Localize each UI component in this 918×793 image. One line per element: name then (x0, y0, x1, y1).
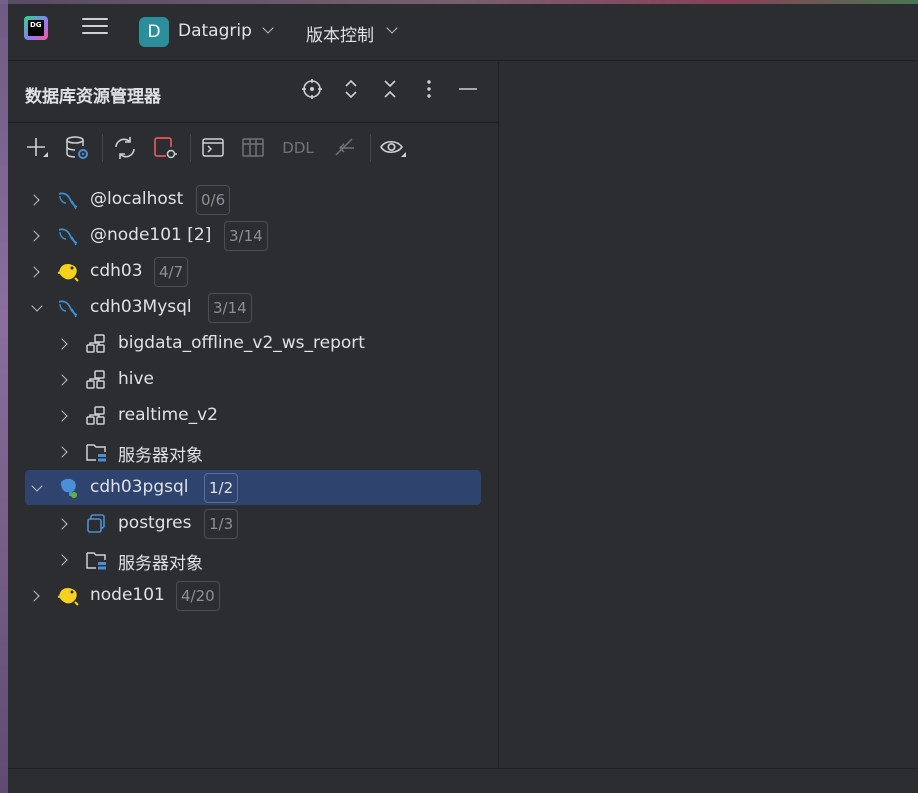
refresh-icon[interactable] (111, 134, 139, 162)
hamburger-menu-icon[interactable] (82, 18, 108, 40)
chevron-right-icon[interactable] (56, 446, 68, 458)
database-explorer-panel: 数据库资源管理器 DDL @localhost 0/6 @node101 [2]… (8, 62, 499, 768)
hive-icon (57, 585, 79, 607)
chevron-right-icon[interactable] (28, 230, 40, 242)
editor-area (500, 62, 918, 768)
toolbar-separator (102, 134, 103, 162)
panel-title: 数据库资源管理器 (25, 87, 161, 107)
crosshair-icon[interactable] (299, 78, 325, 104)
chevron-right-icon[interactable] (56, 554, 68, 566)
console-icon[interactable] (199, 134, 227, 162)
chevron-down-icon[interactable] (386, 22, 398, 34)
schema-icon (85, 405, 107, 427)
schema-icon (85, 333, 107, 355)
tree-node-label: bigdata_offline_v2_ws_report (118, 333, 365, 353)
tree-row[interactable]: cdh03pgsql 1/2 (8, 471, 488, 505)
data-source-properties-icon[interactable] (63, 134, 91, 162)
desktop-background-edge (0, 0, 8, 793)
title-bar: DG D Datagrip 版本控制 (8, 4, 918, 61)
database-icon (85, 513, 107, 535)
chevron-right-icon[interactable] (28, 266, 40, 278)
tree-row[interactable]: postgres 1/3 (8, 507, 488, 541)
mysql-icon (57, 225, 79, 247)
count-badge: 1/2 (204, 473, 239, 503)
toolbar-separator (370, 134, 371, 162)
count-badge: 4/20 (176, 581, 220, 611)
table-icon[interactable] (239, 134, 267, 162)
expand-icon[interactable] (338, 78, 364, 104)
eye-icon[interactable] (379, 134, 407, 162)
tree-node-label: @node101 [2] (90, 225, 212, 245)
app-logo-text: DG (28, 20, 44, 36)
tree-row[interactable]: 服务器对象 (8, 543, 488, 577)
server-objects-icon (85, 441, 107, 463)
project-badge[interactable]: D (139, 17, 169, 47)
chevron-right-icon[interactable] (56, 338, 68, 350)
tree-row[interactable]: 服务器对象 (8, 435, 488, 469)
count-badge: 3/14 (224, 221, 268, 251)
add-icon[interactable] (23, 134, 51, 162)
more-icon[interactable] (416, 78, 442, 104)
tree-node-label: node101 (90, 585, 165, 605)
tree-row[interactable]: cdh03 4/7 (8, 255, 488, 289)
minimize-icon[interactable] (455, 78, 481, 104)
tree-node-label: postgres (118, 513, 192, 533)
tree-row[interactable]: cdh03Mysql 3/14 (8, 291, 488, 325)
project-name[interactable]: Datagrip (178, 21, 252, 41)
tree-node-label: @localhost (90, 189, 184, 209)
chevron-down-icon[interactable] (31, 300, 43, 312)
collapse-icon[interactable] (377, 78, 403, 104)
chevron-right-icon[interactable] (28, 590, 40, 602)
chevron-down-icon[interactable] (31, 480, 43, 492)
tree-row[interactable]: hive (8, 363, 488, 397)
ddl-label: DDL (282, 139, 314, 157)
disconnect-icon[interactable] (151, 134, 179, 162)
mysql-icon (57, 297, 79, 319)
tree-node-label: 服务器对象 (118, 554, 203, 574)
panel-divider (8, 122, 499, 123)
tree-node-label: 服务器对象 (118, 446, 203, 466)
tree-node-label: cdh03Mysql (90, 297, 192, 317)
count-badge: 4/7 (154, 257, 189, 287)
toolbar-separator (190, 134, 191, 162)
tree-node-label: cdh03 (90, 261, 143, 281)
tree-node-label: hive (118, 369, 155, 389)
vcs-menu[interactable]: 版本控制 (306, 21, 374, 46)
tree-node-label: realtime_v2 (118, 405, 218, 425)
count-badge: 0/6 (196, 185, 231, 215)
jump-icon[interactable] (331, 134, 359, 162)
chevron-right-icon[interactable] (56, 374, 68, 386)
server-objects-icon (85, 549, 107, 571)
schema-icon (85, 369, 107, 391)
tree-row[interactable]: realtime_v2 (8, 399, 488, 433)
count-badge: 1/3 (204, 509, 239, 539)
tree-row[interactable]: bigdata_offline_v2_ws_report (8, 327, 488, 361)
tree-row[interactable]: @localhost 0/6 (8, 183, 488, 217)
count-badge: 3/14 (208, 293, 252, 323)
chevron-down-icon[interactable] (262, 22, 274, 34)
tree-node-label: cdh03pgsql (90, 477, 189, 497)
postgresql-icon (57, 477, 79, 499)
app-logo[interactable]: DG (24, 16, 48, 40)
chevron-right-icon[interactable] (56, 410, 68, 422)
chevron-right-icon[interactable] (28, 194, 40, 206)
chevron-right-icon[interactable] (56, 518, 68, 530)
tree-row[interactable]: @node101 [2] 3/14 (8, 219, 488, 253)
bottom-tool-strip (8, 768, 918, 793)
hive-icon (57, 261, 79, 283)
tree-row[interactable]: node101 4/20 (8, 579, 488, 613)
ddl-button[interactable]: DDL (280, 134, 316, 162)
mysql-icon (57, 189, 79, 211)
